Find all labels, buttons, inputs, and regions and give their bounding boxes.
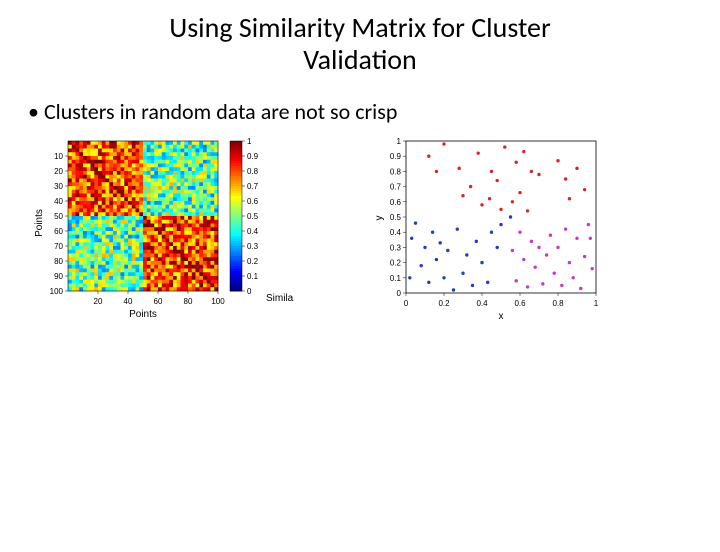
svg-text:0.8: 0.8	[247, 167, 259, 176]
heatmap-figure: Points 102030405060708090100 20406080100…	[34, 133, 294, 323]
heatmap-yticks: 10 20 30 40 50 60 70 80 90 100	[50, 152, 68, 296]
colorbar-label: Similarity	[266, 293, 294, 304]
svg-text:0.8: 0.8	[552, 299, 564, 308]
title-line-2: Validation	[303, 42, 417, 77]
svg-text:30: 30	[54, 182, 63, 191]
svg-text:90: 90	[54, 272, 63, 281]
scatter-panel: y 00.10.20.30.40.50.60.70.80.91 00.20.40…	[374, 133, 614, 323]
page-title: Using Similarity Matrix for Cluster Vali…	[0, 12, 720, 76]
svg-text:0.2: 0.2	[438, 299, 450, 308]
svg-text:0: 0	[247, 287, 252, 296]
svg-text:0.7: 0.7	[247, 182, 259, 191]
svg-text:0.7: 0.7	[390, 183, 402, 192]
svg-text:60: 60	[54, 227, 63, 236]
svg-text:80: 80	[184, 297, 193, 306]
svg-text:60: 60	[154, 297, 163, 306]
svg-text:0.3: 0.3	[390, 244, 402, 253]
svg-text:1: 1	[247, 137, 252, 146]
heatmap-xticks: 20 40 60 80 100	[94, 291, 226, 306]
svg-text:20: 20	[94, 297, 103, 306]
svg-text:0.9: 0.9	[247, 152, 259, 161]
heatmap-xlabel: Points	[129, 309, 157, 320]
svg-text:100: 100	[50, 287, 64, 296]
svg-text:80: 80	[54, 257, 63, 266]
svg-text:100: 100	[211, 297, 225, 306]
svg-text:0.9: 0.9	[390, 153, 402, 162]
svg-text:0: 0	[397, 289, 402, 298]
svg-text:0.1: 0.1	[247, 272, 259, 281]
svg-text:1: 1	[594, 299, 599, 308]
svg-text:0.5: 0.5	[247, 212, 259, 221]
svg-text:0: 0	[404, 299, 409, 308]
heatmap-ylabel: Points	[34, 209, 45, 237]
svg-text:0.4: 0.4	[476, 299, 488, 308]
svg-text:0.2: 0.2	[247, 257, 259, 266]
scatter-xticks: 0 0.2 0.4 0.6 0.8 1	[404, 293, 599, 308]
svg-text:0.6: 0.6	[514, 299, 526, 308]
heatmap-panel: Points 102030405060708090100 20406080100…	[34, 133, 294, 323]
svg-text:1: 1	[397, 137, 402, 146]
svg-text:0.5: 0.5	[390, 213, 402, 222]
svg-text:0.8: 0.8	[390, 168, 402, 177]
svg-text:0.6: 0.6	[390, 198, 402, 207]
scatter-yticks: 0 0.1 0.2 0.3 0.4 0.5 0.6 0.7 0.8 0.9 1	[390, 137, 406, 298]
scatter-figure: y 00.10.20.30.40.50.60.70.80.91 00.20.40…	[374, 133, 614, 323]
figure-row: Points 102030405060708090100 20406080100…	[0, 133, 720, 323]
title-line-1: Using Similarity Matrix for Cluster	[169, 10, 550, 45]
svg-text:10: 10	[54, 152, 63, 161]
bullet-point: Clusters in random data are not so crisp	[28, 98, 720, 125]
scatter-axes	[406, 141, 596, 293]
svg-text:0.4: 0.4	[247, 227, 259, 236]
svg-text:20: 20	[54, 167, 63, 176]
svg-text:40: 40	[54, 197, 63, 206]
scatter-ylabel: y	[374, 216, 385, 221]
colorbar: 1 0.9 0.8 0.7 0.6 0.5 0.4 0.3 0.2 0.1 0	[230, 137, 259, 296]
bullet-text: Clusters in random data are not so crisp	[44, 98, 397, 125]
svg-text:0.6: 0.6	[247, 197, 259, 206]
heatmap-cells	[68, 141, 218, 291]
scatter-points	[408, 143, 594, 292]
svg-text:0.4: 0.4	[390, 229, 402, 238]
svg-text:0.2: 0.2	[390, 259, 402, 268]
svg-text:70: 70	[54, 242, 63, 251]
svg-text:0.3: 0.3	[247, 242, 259, 251]
svg-text:40: 40	[124, 297, 133, 306]
svg-text:50: 50	[54, 212, 63, 221]
svg-text:0.1: 0.1	[390, 274, 402, 283]
scatter-xlabel: x	[499, 311, 504, 322]
